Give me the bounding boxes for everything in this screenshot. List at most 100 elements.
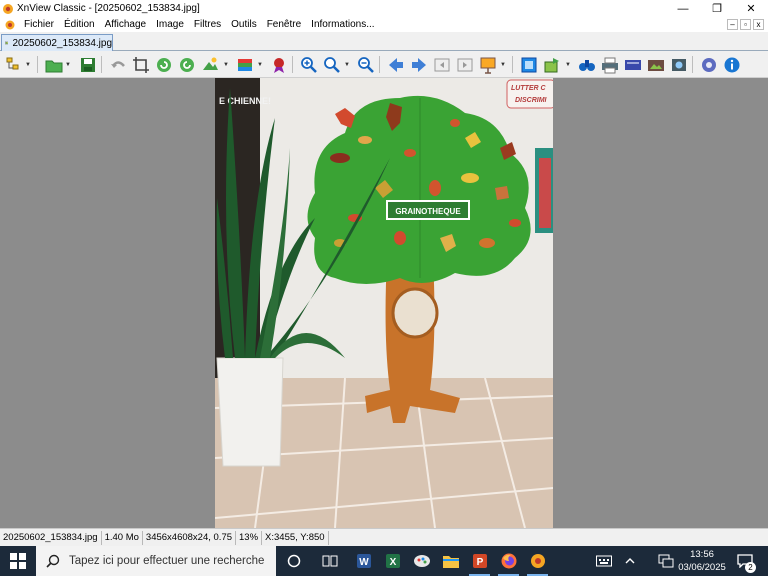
xnview-app-icon — [3, 3, 13, 14]
status-filesize: 1.40 Mo — [102, 530, 143, 545]
adjust-icon[interactable] — [200, 55, 219, 74]
color-depth-icon[interactable] — [235, 55, 254, 74]
cortana-icon[interactable] — [279, 546, 308, 576]
poster-text: E CHIENNE! — [219, 96, 271, 106]
status-cursor-position: X:3455, Y:850 — [262, 530, 329, 545]
open-folder-icon[interactable] — [44, 55, 63, 74]
zoom-out-icon[interactable] — [356, 55, 375, 74]
wall-sign-top-text: LUTTER C — [511, 85, 547, 92]
crop-icon[interactable] — [131, 55, 150, 74]
notification-count-badge: 2 — [745, 562, 756, 573]
convert-dropdown-icon[interactable]: ▼ — [565, 62, 571, 68]
slideshow-dropdown-icon[interactable]: ▼ — [500, 62, 506, 68]
xnview-window: XnView Classic - [20250602_153834.jpg] —… — [0, 0, 768, 576]
browser-icon[interactable] — [4, 55, 23, 74]
maximize-button[interactable]: ❐ — [700, 0, 734, 17]
taskbar-search-box[interactable]: Tapez ici pour effectuer une recherche — [36, 546, 276, 576]
image-file-icon — [5, 41, 9, 45]
menu-informations[interactable]: Informations... — [306, 17, 379, 32]
svg-text:P: P — [476, 557, 483, 568]
about-info-icon[interactable] — [722, 55, 741, 74]
zoom-fit-icon[interactable] — [322, 55, 341, 74]
document-icon[interactable] — [4, 19, 16, 31]
minimize-button[interactable]: — — [666, 0, 700, 17]
keyboard-layout-icon[interactable] — [592, 546, 616, 576]
menu-fichier[interactable]: Fichier — [19, 17, 59, 32]
filter-icon[interactable] — [269, 55, 288, 74]
search-icon — [46, 554, 60, 568]
paint-app-icon[interactable] — [407, 546, 436, 576]
trunk-hole — [391, 287, 439, 339]
doc-minimize-button[interactable]: – — [727, 19, 738, 30]
zoom-dropdown-icon[interactable]: ▼ — [344, 62, 350, 68]
show-hidden-icons-chevron-icon[interactable] — [620, 546, 640, 576]
toolbar-separator — [692, 56, 693, 73]
close-button[interactable]: ✕ — [734, 0, 768, 17]
displayed-photo[interactable]: E CHIENNE! LUTTER C DISCRIMI GRAINOTHEQU… — [215, 78, 553, 528]
window-title: XnView Classic - [20250602_153834.jpg] — [17, 3, 200, 14]
powerpoint-icon[interactable]: P — [465, 546, 494, 576]
browser-dropdown-icon[interactable]: ▼ — [25, 62, 31, 68]
last-image-icon[interactable] — [455, 55, 474, 74]
toolbar-separator — [292, 56, 293, 73]
zoom-in-icon[interactable] — [299, 55, 318, 74]
tab-image[interactable]: 20250602_153834.jpg — [1, 34, 113, 51]
toolbar-separator — [512, 56, 513, 73]
open-dropdown-icon[interactable]: ▼ — [65, 62, 71, 68]
excel-icon[interactable]: X — [378, 546, 407, 576]
taskbar-clock[interactable]: 13:56 03/06/2025 — [672, 548, 732, 574]
xnview-taskbar-icon[interactable] — [523, 546, 552, 576]
convert-icon[interactable] — [542, 55, 561, 74]
doc-restore-button[interactable]: ▫ — [740, 19, 751, 30]
print-icon[interactable] — [600, 55, 619, 74]
toolbar: ▼ ▼ ▼ ▼ ▼ ▼ ▼ — [0, 51, 768, 78]
status-filename: 20250602_153834.jpg — [0, 530, 102, 545]
title-bar: XnView Classic - [20250602_153834.jpg] —… — [0, 0, 768, 17]
menu-edition[interactable]: Édition — [59, 17, 100, 32]
task-view-icon[interactable] — [315, 546, 344, 576]
start-button[interactable] — [0, 546, 36, 576]
scanner-icon[interactable] — [623, 55, 642, 74]
grainotheque-sign-text: GRAINOTHEQUE — [395, 207, 461, 216]
image-viewer[interactable]: E CHIENNE! LUTTER C DISCRIMI GRAINOTHEQU… — [0, 78, 768, 528]
windows-logo-icon — [10, 553, 26, 569]
export-icon[interactable] — [646, 55, 665, 74]
toolbar-separator — [37, 56, 38, 73]
clock-time: 13:56 — [690, 549, 714, 560]
color-depth-dropdown-icon[interactable]: ▼ — [257, 62, 263, 68]
settings-gear-icon[interactable] — [699, 55, 718, 74]
previous-image-icon[interactable] — [386, 55, 405, 74]
file-explorer-icon[interactable] — [436, 546, 465, 576]
slideshow-icon[interactable] — [478, 55, 497, 74]
search-binoculars-icon[interactable] — [577, 55, 596, 74]
firefox-icon[interactable] — [494, 546, 523, 576]
menu-image[interactable]: Image — [151, 17, 189, 32]
fullscreen-icon[interactable] — [519, 55, 538, 74]
menu-outils[interactable]: Outils — [226, 17, 262, 32]
photo-content: E CHIENNE! LUTTER C DISCRIMI GRAINOTHEQU… — [215, 78, 553, 528]
save-icon[interactable] — [78, 55, 97, 74]
undo-icon[interactable] — [108, 55, 127, 74]
wall-sign-bottom-text: DISCRIMI — [515, 97, 548, 104]
status-bar: 20250602_153834.jpg 1.40 Mo 3456x4608x24… — [0, 528, 768, 546]
taskbar: Tapez ici pour effectuer une recherche W… — [0, 546, 768, 576]
adjust-dropdown-icon[interactable]: ▼ — [223, 62, 229, 68]
document-tabs: 20250602_153834.jpg — [0, 32, 768, 51]
display-books — [539, 158, 551, 228]
menu-fenetre[interactable]: Fenêtre — [262, 17, 306, 32]
next-image-icon[interactable] — [409, 55, 428, 74]
first-image-icon[interactable] — [432, 55, 451, 74]
rotate-right-icon[interactable] — [177, 55, 196, 74]
menu-bar: Fichier Édition Affichage Image Filtres … — [0, 17, 768, 32]
capture-icon[interactable] — [669, 55, 688, 74]
menu-filtres[interactable]: Filtres — [189, 17, 226, 32]
clock-date: 03/06/2025 — [678, 562, 726, 573]
doc-close-button[interactable]: x — [753, 19, 764, 30]
word-icon[interactable]: W — [349, 546, 378, 576]
menu-affichage[interactable]: Affichage — [100, 17, 152, 32]
status-dimensions: 3456x4608x24, 0.75 — [143, 530, 237, 545]
svg-text:X: X — [389, 557, 396, 568]
rotate-left-icon[interactable] — [154, 55, 173, 74]
toolbar-separator — [379, 56, 380, 73]
svg-text:W: W — [359, 557, 369, 568]
